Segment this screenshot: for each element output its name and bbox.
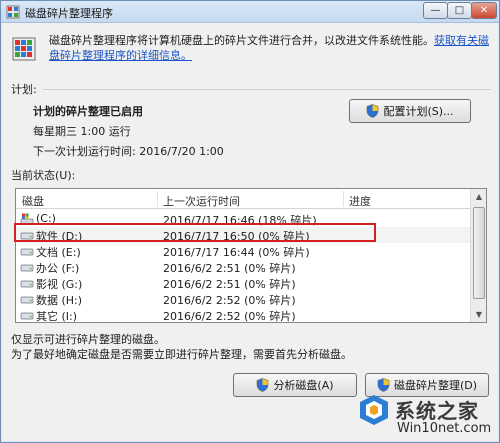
note-line-2: 为了最好地确定磁盘是否需要立即进行碎片整理，需要首先分析磁盘。 xyxy=(11,348,352,361)
schedule-status: 计划的碎片整理已启用 xyxy=(33,105,143,118)
column-last-run[interactable]: 上一次运行时间 xyxy=(163,193,240,209)
scroll-up-arrow[interactable]: ▲ xyxy=(472,189,486,204)
uac-shield-icon xyxy=(377,378,390,392)
drive-icon xyxy=(20,296,34,304)
drive-icon xyxy=(20,248,34,256)
analyze-disk-label: 分析磁盘(A) xyxy=(273,379,334,392)
title-bar[interactable]: 磁盘碎片整理程序 — □ ✕ xyxy=(1,1,499,23)
schedule-section-label: 计划: xyxy=(11,83,37,96)
scroll-thumb[interactable] xyxy=(473,207,485,299)
status-section-label: 当前状态(U): xyxy=(11,169,76,182)
last-run-time: 2016/6/2 2:51 (0% 碎片) xyxy=(163,278,296,291)
uac-shield-icon xyxy=(367,104,379,118)
column-divider xyxy=(343,191,344,207)
analyze-disk-button[interactable]: 分析磁盘(A) xyxy=(233,373,357,397)
column-progress[interactable]: 进度 xyxy=(349,193,371,209)
watermark-title: 系统之家 xyxy=(395,399,479,423)
table-row[interactable]: 影视 (G:) 2016/6/2 2:51 (0% 碎片) xyxy=(16,275,472,291)
configure-schedule-label: 配置计划(S)... xyxy=(383,105,454,118)
selected-row-highlight xyxy=(14,223,376,242)
drive-icon xyxy=(20,264,34,272)
configure-schedule-button[interactable]: 配置计划(S)... xyxy=(349,99,471,123)
note-line-1: 仅显示可进行碎片整理的磁盘。 xyxy=(11,333,165,346)
disk-name: 影视 (G:) xyxy=(36,278,83,291)
watermark-logo-icon xyxy=(360,395,388,425)
schedule-divider xyxy=(43,89,491,90)
schedule-frequency: 每星期三 1:00 运行 xyxy=(33,125,131,138)
disk-name: 办公 (F:) xyxy=(36,262,80,275)
last-run-time: 2016/6/2 2:52 (0% 碎片) xyxy=(163,294,296,307)
table-row[interactable]: 数据 (H:) 2016/6/2 2:52 (0% 碎片) xyxy=(16,291,472,307)
defrag-app-icon xyxy=(6,5,20,19)
drive-icon xyxy=(20,312,34,320)
drive-icon xyxy=(20,280,34,288)
maximize-button[interactable]: □ xyxy=(447,2,472,19)
disk-name: 其它 (I:) xyxy=(36,310,78,323)
table-row[interactable]: 办公 (F:) 2016/6/2 2:51 (0% 碎片) xyxy=(16,259,472,275)
disk-list[interactable]: 磁盘 上一次运行时间 进度 (C:) 2016/7/17 16:46 (18% 碎… xyxy=(15,188,487,323)
minimize-button[interactable]: — xyxy=(423,2,448,19)
close-button[interactable]: ✕ xyxy=(471,2,497,19)
uac-shield-icon xyxy=(257,378,269,392)
disk-name: 数据 (H:) xyxy=(36,294,83,307)
table-row[interactable]: 文档 (E:) 2016/7/17 16:44 (0% 碎片) xyxy=(16,243,472,259)
disk-name: 文档 (E:) xyxy=(36,246,81,259)
watermark: 系统之家 Win10net.com xyxy=(357,391,497,441)
column-disk[interactable]: 磁盘 xyxy=(22,193,44,209)
window-title: 磁盘碎片整理程序 xyxy=(25,7,113,20)
table-row[interactable]: 其它 (I:) 2016/6/2 2:52 (0% 碎片) xyxy=(16,307,472,323)
disk-list-header: 磁盘 上一次运行时间 进度 xyxy=(16,189,472,209)
scroll-down-arrow[interactable]: ▼ xyxy=(472,307,486,322)
schedule-next-run: 下一次计划运行时间: 2016/7/20 1:00 xyxy=(33,145,224,158)
defrag-window: 磁盘碎片整理程序 — □ ✕ 磁盘碎片整理程序将计算机硬盘上的碎片文件进行合并，… xyxy=(0,0,500,443)
last-run-time: 2016/6/2 2:51 (0% 碎片) xyxy=(163,262,296,275)
intro-description: 磁盘碎片整理程序将计算机硬盘上的碎片文件进行合并，以改进文件系统性能。获取有关磁… xyxy=(49,33,493,63)
watermark-url: Win10net.com xyxy=(397,421,492,436)
intro-text: 磁盘碎片整理程序将计算机硬盘上的碎片文件进行合并，以改进文件系统性能。 xyxy=(49,34,434,47)
defrag-icon xyxy=(12,37,36,61)
disk-list-scrollbar[interactable]: ▲ ▼ xyxy=(470,189,486,322)
column-divider xyxy=(157,191,158,207)
last-run-time: 2016/6/2 2:52 (0% 碎片) xyxy=(163,310,296,323)
last-run-time: 2016/7/17 16:44 (0% 碎片) xyxy=(163,246,310,259)
